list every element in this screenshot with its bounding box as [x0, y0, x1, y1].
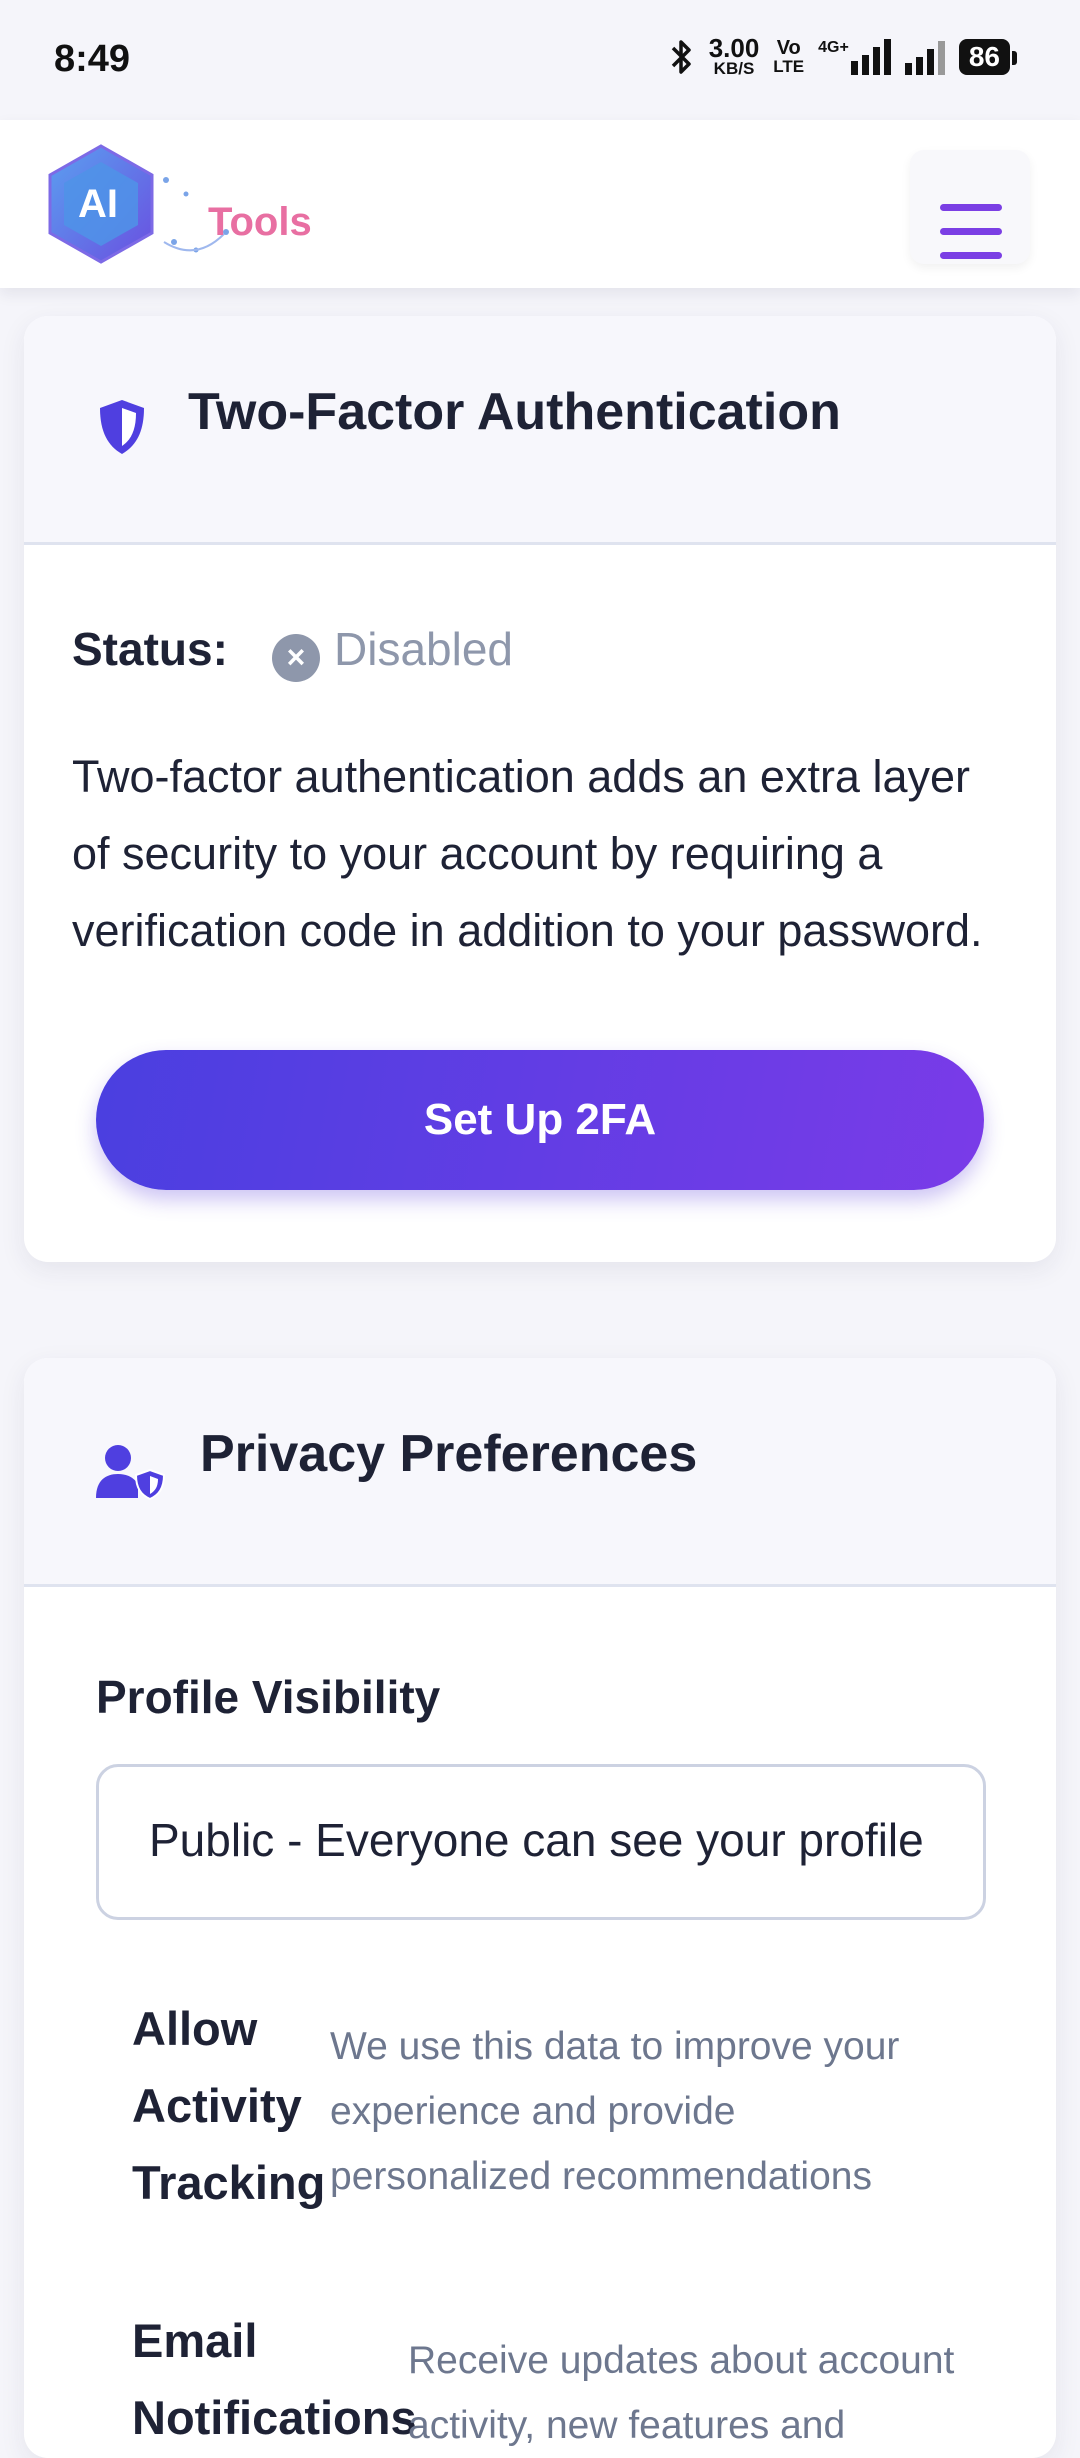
logo[interactable]: AI Tools	[46, 142, 312, 266]
close-circle-icon: ×	[272, 634, 320, 682]
two-factor-title: Two-Factor Authentication	[188, 383, 841, 441]
privacy-card-header: Privacy Preferences	[24, 1358, 1056, 1587]
menu-button[interactable]	[910, 150, 1030, 264]
logo-text: Tools	[208, 200, 312, 244]
email-notifications-description: Receive updates about account activity, …	[408, 2339, 955, 2447]
privacy-title: Privacy Preferences	[200, 1425, 698, 1483]
user-shield-icon	[96, 1445, 166, 1500]
profile-visibility-value: Public - Everyone can see your profile	[149, 1814, 924, 1866]
hamburger-icon-line	[940, 252, 1002, 259]
app-header: AI Tools	[0, 120, 1080, 288]
volte-indicator: Vo LTE	[773, 37, 805, 76]
battery-icon: 86	[958, 38, 1018, 75]
status-bar: 8:49 3.00 KB/S Vo LTE 4G+ 86	[0, 0, 1080, 120]
logo-badge: AI	[78, 182, 118, 226]
status-icons: 3.00 KB/S Vo LTE 4G+ 86	[669, 33, 1018, 78]
hamburger-icon	[940, 204, 1002, 211]
signal-4g-icon: 4G+	[818, 38, 891, 75]
bluetooth-icon	[671, 39, 691, 74]
profile-visibility-label: Profile Visibility	[96, 1671, 441, 1723]
hamburger-icon-line	[940, 228, 1002, 235]
email-notifications-label: Email Notifications	[132, 2314, 417, 2444]
status-label: Status:	[72, 623, 228, 675]
activity-tracking-label: Allow Activity Tracking	[132, 2002, 326, 2209]
net-speed: 3.00 KB/S	[708, 33, 760, 78]
two-factor-card-header: Two-Factor Authentication	[24, 316, 1056, 545]
signal-icon	[904, 39, 945, 75]
profile-visibility-select[interactable]: Public - Everyone can see your profile	[96, 1764, 986, 1920]
shield-icon	[100, 400, 144, 454]
setup-2fa-button[interactable]: Set Up 2FA	[96, 1050, 984, 1190]
status-badge: Disabled	[334, 623, 513, 675]
activity-tracking-description: We use this data to improve your experie…	[330, 2025, 900, 2198]
two-factor-description: Two-factor authentication adds an extra …	[72, 751, 983, 956]
status-time: 8:49	[54, 38, 131, 80]
battery-level: 86	[968, 40, 1000, 72]
